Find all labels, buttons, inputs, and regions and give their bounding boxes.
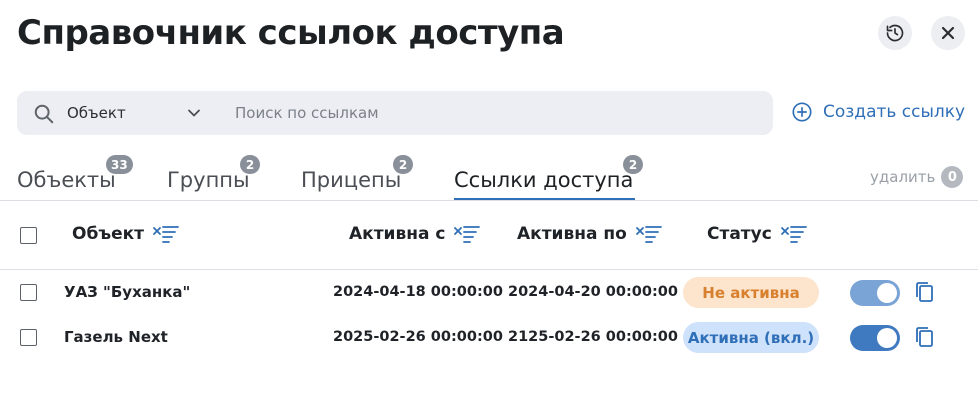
close-button[interactable] bbox=[931, 16, 965, 50]
tab-count-badge: 2 bbox=[623, 155, 643, 174]
copy-icon[interactable] bbox=[913, 325, 935, 349]
search-bar: Объект bbox=[17, 91, 773, 135]
toggle-knob bbox=[877, 283, 897, 303]
delete-count-badge: 0 bbox=[941, 166, 964, 188]
history-button[interactable] bbox=[878, 16, 912, 50]
object-select-label: Объект bbox=[67, 104, 126, 122]
search-input[interactable] bbox=[225, 91, 765, 135]
column-header-active-from[interactable]: Активна с bbox=[349, 224, 481, 244]
delete-button[interactable]: удалить 0 bbox=[870, 166, 964, 188]
column-header-label: Статус bbox=[707, 224, 772, 244]
tab-count-badge: 33 bbox=[106, 155, 133, 174]
cell-object: Газель Next bbox=[64, 328, 168, 346]
tab-label: Ссылки доступа bbox=[454, 168, 634, 192]
delete-label: удалить bbox=[870, 168, 936, 186]
status-badge: Активна (вкл.) bbox=[683, 322, 819, 353]
filter-sort-icon[interactable] bbox=[635, 224, 663, 244]
tab-groups[interactable]: Группы bbox=[167, 168, 250, 192]
cell-active-from: 2025-02-26 00:00:00 bbox=[333, 329, 503, 345]
copy-icon[interactable] bbox=[913, 280, 935, 304]
object-select[interactable]: Объект bbox=[67, 91, 227, 135]
history-icon bbox=[886, 24, 904, 42]
filter-sort-icon[interactable] bbox=[453, 224, 481, 244]
tab-count-badge: 2 bbox=[393, 155, 413, 174]
tabs-divider bbox=[0, 200, 978, 201]
close-icon bbox=[941, 26, 955, 40]
search-icon bbox=[34, 104, 54, 124]
plus-circle-icon bbox=[792, 102, 812, 122]
cell-active-to: 2024-04-20 00:00:00 bbox=[508, 284, 678, 300]
column-header-label: Активна с bbox=[349, 224, 446, 244]
column-header-object[interactable]: Объект bbox=[72, 224, 180, 244]
tab-objects[interactable]: Объекты bbox=[17, 168, 116, 192]
row-checkbox[interactable] bbox=[20, 284, 37, 301]
create-link-button[interactable]: Создать ссылку bbox=[791, 101, 965, 123]
select-all-checkbox[interactable] bbox=[20, 227, 37, 244]
row-checkbox[interactable] bbox=[20, 329, 37, 346]
cell-active-from: 2024-04-18 00:00:00 bbox=[333, 284, 503, 300]
tab-label: Прицепы bbox=[301, 168, 402, 192]
header-divider bbox=[0, 269, 978, 270]
chevron-down-icon bbox=[188, 109, 200, 117]
enable-toggle[interactable] bbox=[850, 325, 900, 351]
cell-object: УАЗ "Буханка" bbox=[64, 283, 191, 301]
create-link-label: Создать ссылку bbox=[823, 102, 966, 122]
filter-sort-icon[interactable] bbox=[152, 224, 180, 244]
tab-label: Объекты bbox=[17, 168, 116, 192]
column-header-active-to[interactable]: Активна по bbox=[517, 224, 663, 244]
column-header-label: Активна по bbox=[517, 224, 627, 244]
cell-active-to: 2125-02-26 00:00:00 bbox=[508, 329, 678, 345]
tab-access-links[interactable]: Ссылки доступа bbox=[454, 168, 633, 192]
tab-count-badge: 2 bbox=[240, 155, 260, 174]
tab-trailers[interactable]: Прицепы bbox=[301, 168, 401, 192]
filter-sort-icon[interactable] bbox=[780, 224, 808, 244]
column-header-label: Объект bbox=[72, 224, 145, 244]
status-badge: Не активна bbox=[683, 277, 819, 308]
page-title: Справочник ссылок доступа bbox=[17, 13, 565, 53]
enable-toggle[interactable] bbox=[850, 280, 900, 306]
tab-label: Группы bbox=[167, 168, 250, 192]
toggle-knob bbox=[877, 328, 897, 348]
column-header-status[interactable]: Статус bbox=[707, 224, 808, 244]
